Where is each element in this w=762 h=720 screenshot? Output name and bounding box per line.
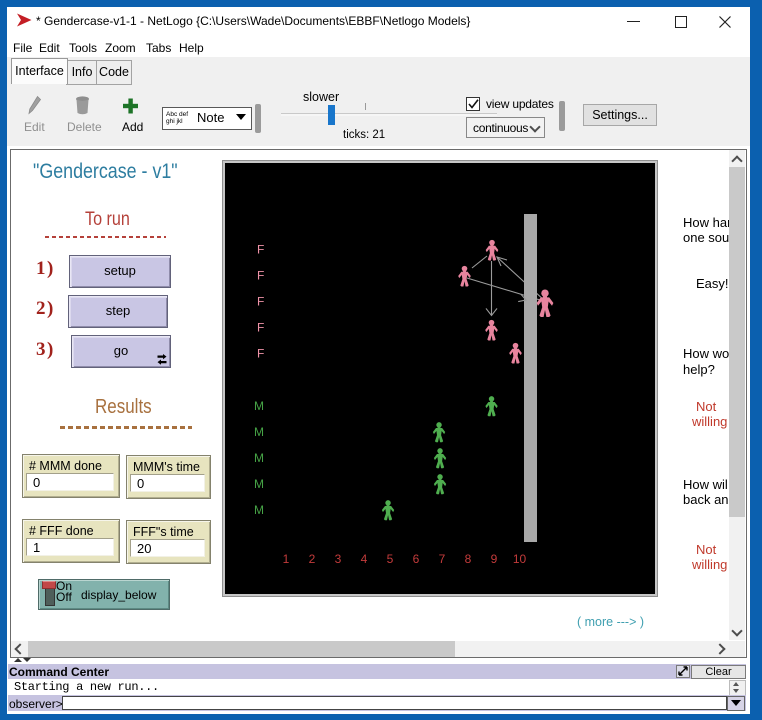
svg-text:5: 5 [387,552,394,566]
svg-text:2: 2 [309,552,316,566]
svg-text:10: 10 [513,552,527,566]
svg-text:F: F [257,243,264,257]
svg-text:M: M [254,425,264,439]
svg-text:M: M [254,477,264,491]
svg-text:7: 7 [439,552,446,566]
svg-text:4: 4 [361,552,368,566]
svg-text:1: 1 [283,552,290,566]
svg-text:M: M [254,399,264,413]
svg-text:F: F [257,295,264,309]
svg-text:F: F [257,269,264,283]
svg-text:F: F [257,321,264,335]
svg-text:3: 3 [335,552,342,566]
svg-text:8: 8 [465,552,472,566]
svg-text:M: M [254,503,264,517]
svg-text:6: 6 [413,552,420,566]
svg-text:M: M [254,451,264,465]
svg-text:F: F [257,347,264,361]
svg-text:9: 9 [491,552,498,566]
